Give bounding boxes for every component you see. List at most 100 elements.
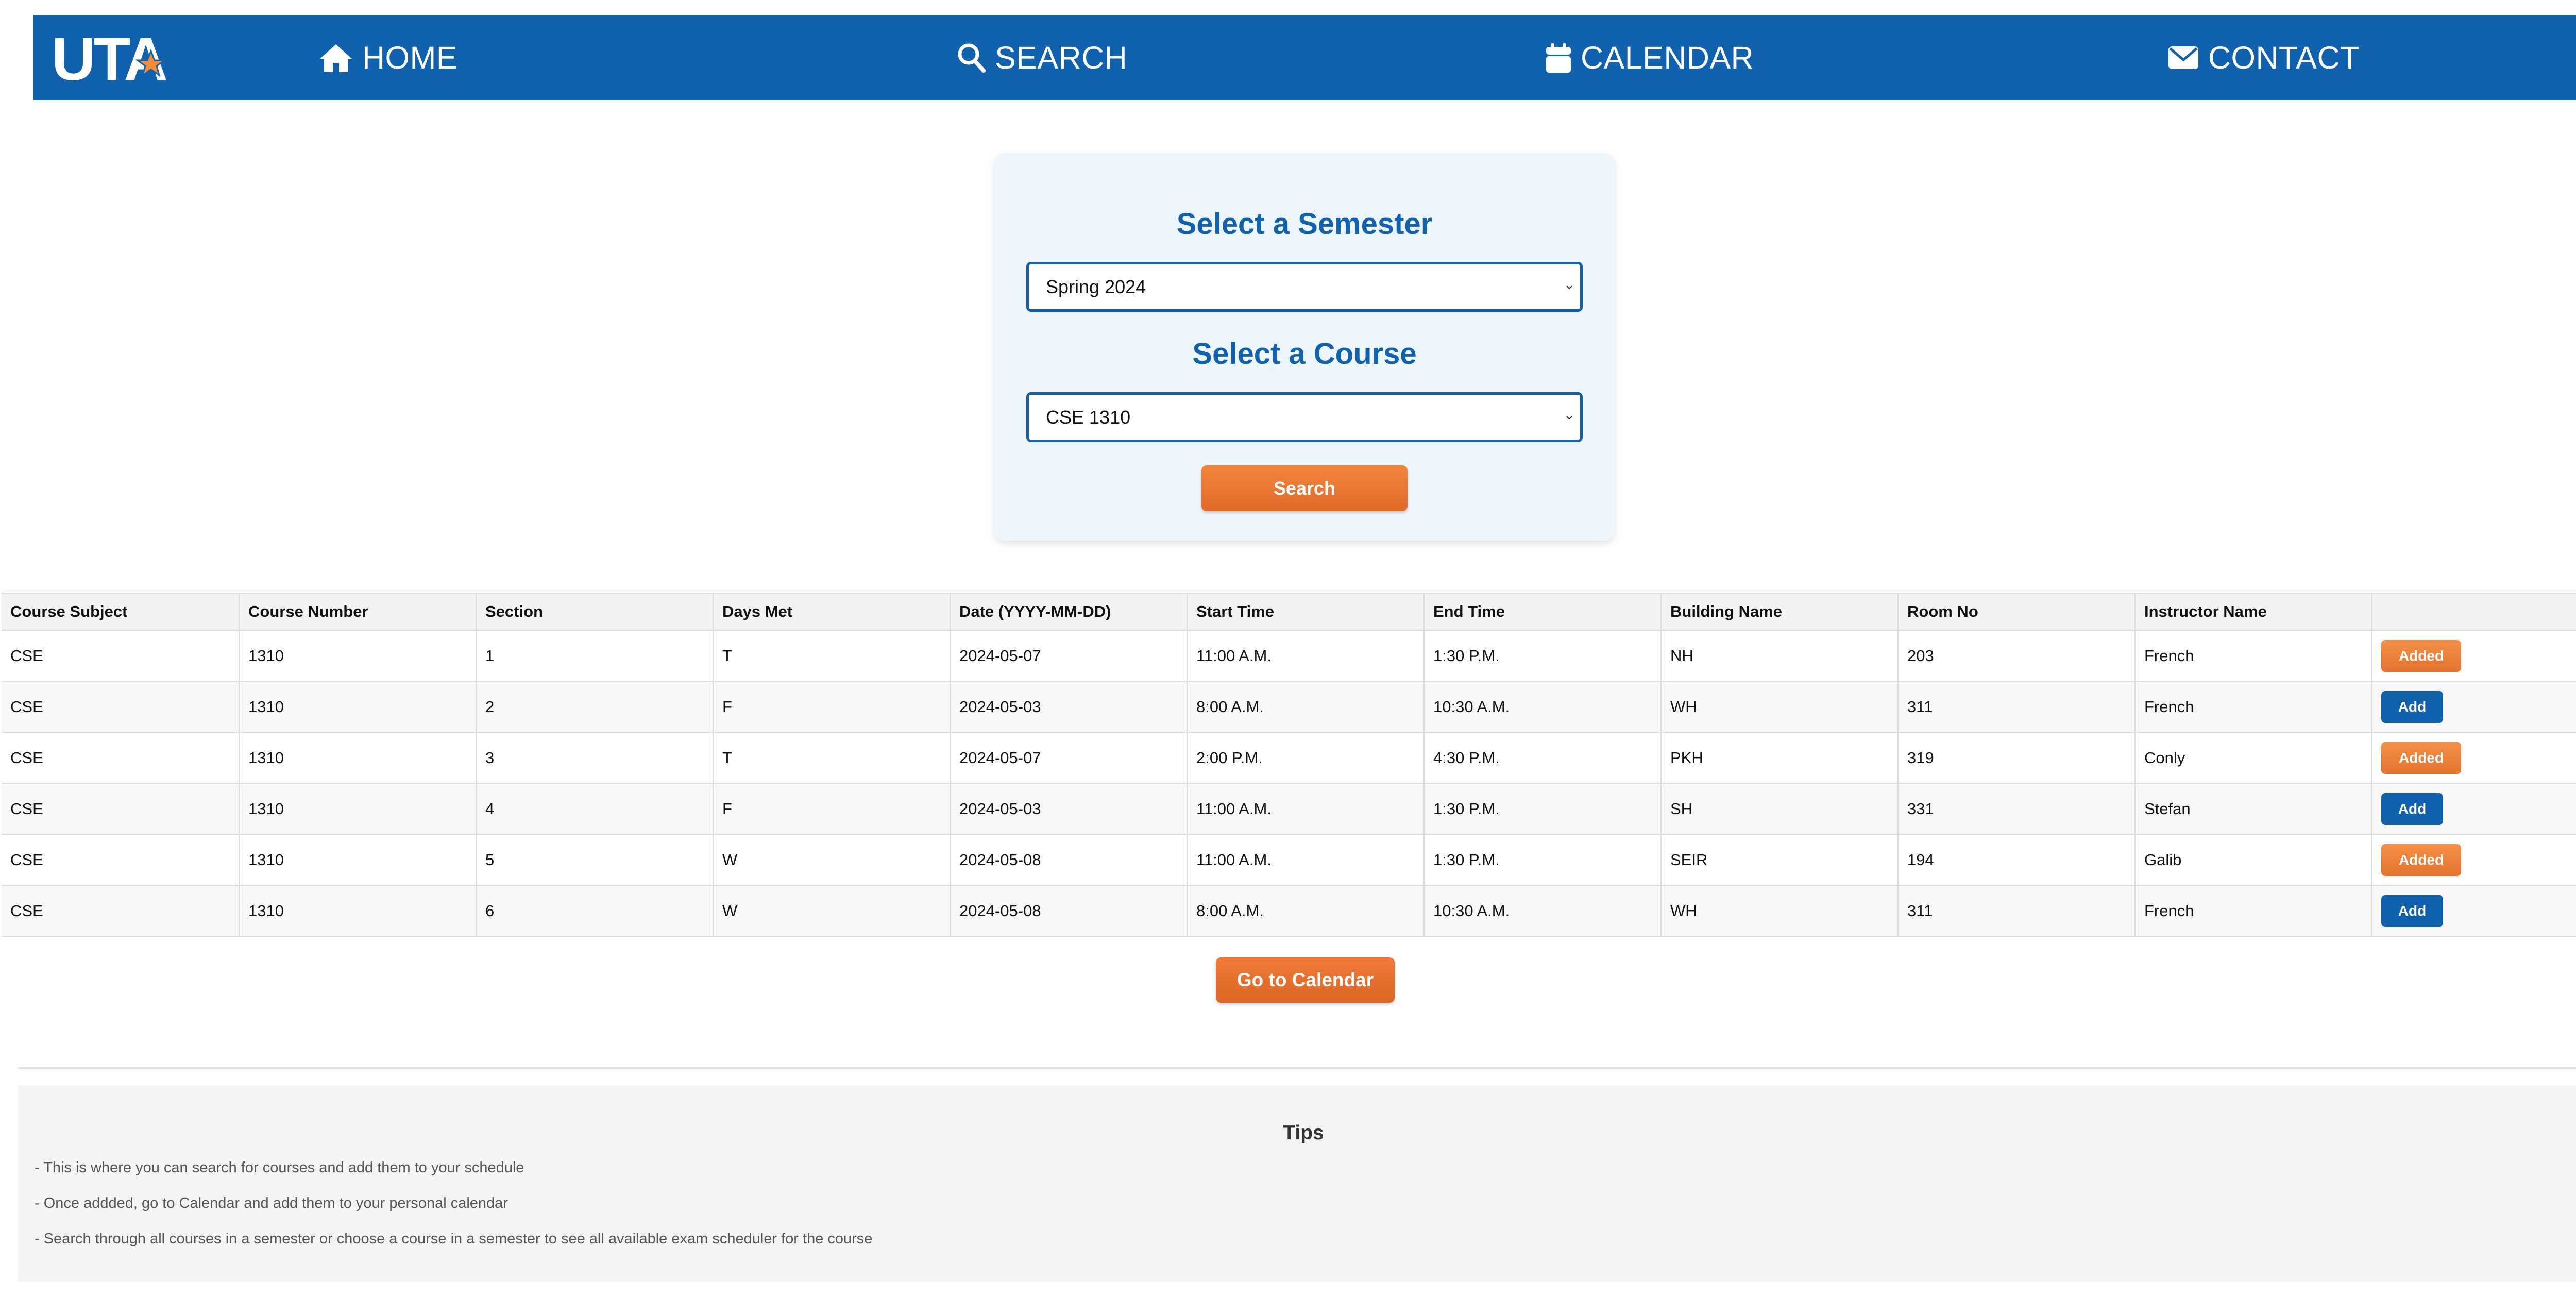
cell-course-number: 1310 [239, 733, 476, 783]
add-button[interactable]: Add [2381, 690, 2443, 723]
cell-course-number: 1310 [239, 835, 476, 885]
cell-instructor-name: French [2134, 886, 2371, 936]
search-button[interactable]: Search [1201, 465, 1408, 511]
cell-start-time: 8:00 A.M. [1187, 682, 1423, 732]
cell-section: 3 [476, 733, 713, 783]
chevron-down-icon [1566, 285, 1572, 290]
cell-action: Added [2371, 733, 2576, 783]
cell-room-no: 311 [1897, 886, 2134, 936]
cell-instructor-name: French [2134, 631, 2371, 681]
cell-days-met: W [713, 835, 950, 885]
table-row: CSE 1310 4 F 2024-05-03 11:00 A.M. 1:30 … [2, 784, 2576, 835]
cell-room-no: 331 [1897, 784, 2134, 834]
cell-course-subject: CSE [10, 748, 43, 767]
search-card: Select a Semester Spring 2024 Select a C… [994, 153, 1615, 541]
nav-home[interactable]: HOME [319, 15, 457, 100]
cell-action: Add [2371, 682, 2576, 732]
cell-section: 2 [476, 682, 713, 732]
nav-search[interactable]: SEARCH [957, 15, 1127, 100]
header-building-name: Building Name [1660, 594, 1897, 630]
table-row: CSE 1310 3 T 2024-05-07 2:00 P.M. 4:30 P… [2, 733, 2576, 784]
cell-action: Added [2371, 835, 2576, 885]
cell-start-time: 11:00 A.M. [1187, 631, 1423, 681]
header-instructor-name: Instructor Name [2134, 594, 2371, 630]
nav-search-label: SEARCH [995, 40, 1128, 75]
header-days-met: Days Met [713, 594, 950, 630]
chevron-down-icon [1566, 416, 1572, 420]
cell-building-name: SH [1660, 784, 1897, 834]
table-row: CSE 1310 5 W 2024-05-08 11:00 A.M. 1:30 … [2, 835, 2576, 886]
added-button[interactable]: Added [2381, 742, 2461, 774]
cell-date: 2024-05-07 [950, 631, 1187, 681]
cell-start-time: 11:00 A.M. [1187, 784, 1423, 834]
cell-building-name: WH [1660, 682, 1897, 732]
tip-line: - Once addded, go to Calendar and add th… [35, 1195, 508, 1211]
cell-building-name: WH [1660, 886, 1897, 936]
header-start-time: Start Time [1187, 594, 1423, 630]
cell-instructor-name: French [2134, 682, 2371, 732]
table-row: CSE 1310 6 W 2024-05-08 8:00 A.M. 10:30 … [2, 886, 2576, 937]
cell-date: 2024-05-08 [950, 835, 1187, 885]
nav-calendar-label: CALENDAR [1581, 40, 1754, 75]
added-button[interactable]: Added [2381, 844, 2461, 876]
added-button[interactable]: Added [2381, 639, 2461, 672]
nav-contact[interactable]: CONTACT [2168, 15, 2360, 100]
cell-end-time: 4:30 P.M. [1423, 733, 1660, 783]
cell-end-time: 10:30 A.M. [1423, 682, 1660, 732]
cell-instructor-name: Conly [2134, 733, 2371, 783]
nav-contact-label: CONTACT [2208, 40, 2360, 75]
add-button[interactable]: Add [2381, 895, 2443, 927]
semester-select-value: Spring 2024 [1046, 276, 1146, 297]
cell-days-met: F [713, 682, 950, 732]
table-header-row: Course Subject Course Number Section Day… [2, 593, 2576, 631]
course-heading: Select a Course [1192, 337, 1417, 370]
header-room-no: Room No [1897, 594, 2134, 630]
cell-end-time: 1:30 P.M. [1423, 631, 1660, 681]
cell-room-no: 194 [1897, 835, 2134, 885]
uta-logo[interactable]: UTA [52, 25, 191, 93]
semester-select[interactable]: Spring 2024 [1026, 262, 1583, 312]
cell-date: 2024-05-08 [950, 886, 1187, 936]
tip-line: - Search through all courses in a semest… [35, 1231, 873, 1247]
cell-course-number: 1310 [239, 784, 476, 834]
cell-course-number: 1310 [239, 886, 476, 936]
header-section: Section [476, 594, 713, 630]
cell-date: 2024-05-03 [950, 784, 1187, 834]
tip-line: - This is where you can search for cours… [35, 1159, 524, 1176]
header-action [2371, 594, 2576, 630]
cell-course-number: 1310 [239, 682, 476, 732]
header-course-subject: Course Subject [10, 602, 128, 620]
cell-end-time: 1:30 P.M. [1423, 835, 1660, 885]
go-to-calendar-button[interactable]: Go to Calendar [1216, 957, 1395, 1003]
add-button[interactable]: Add [2381, 793, 2443, 825]
cell-course-subject: CSE [10, 850, 43, 869]
cell-start-time: 8:00 A.M. [1187, 886, 1423, 936]
cell-action: Added [2371, 631, 2576, 681]
cell-date: 2024-05-03 [950, 682, 1187, 732]
envelope-icon [2168, 46, 2198, 69]
cell-section: 4 [476, 784, 713, 834]
search-icon [958, 43, 986, 73]
section-divider [18, 1067, 2576, 1069]
semester-heading: Select a Semester [1176, 207, 1433, 241]
cell-date: 2024-05-07 [950, 733, 1187, 783]
cell-end-time: 1:30 P.M. [1423, 784, 1660, 834]
cell-course-subject: CSE [10, 646, 43, 665]
calendar-icon [1546, 43, 1571, 73]
cell-action: Add [2371, 784, 2576, 834]
cell-course-subject: CSE [10, 799, 43, 818]
cell-instructor-name: Galib [2134, 835, 2371, 885]
cell-start-time: 11:00 A.M. [1187, 835, 1423, 885]
cell-building-name: PKH [1660, 733, 1897, 783]
cell-instructor-name: Stefan [2134, 784, 2371, 834]
cell-course-number: 1310 [239, 631, 476, 681]
table-row: CSE 1310 1 T 2024-05-07 11:00 A.M. 1:30 … [2, 631, 2576, 682]
course-select-value: CSE 1310 [1046, 406, 1131, 428]
cell-end-time: 10:30 A.M. [1423, 886, 1660, 936]
cell-section: 5 [476, 835, 713, 885]
cell-action: Add [2371, 886, 2576, 936]
cell-course-subject: CSE [10, 901, 43, 920]
nav-home-label: HOME [362, 40, 457, 75]
course-select[interactable]: CSE 1310 [1026, 392, 1583, 442]
nav-calendar[interactable]: CALENDAR [1546, 15, 1754, 100]
